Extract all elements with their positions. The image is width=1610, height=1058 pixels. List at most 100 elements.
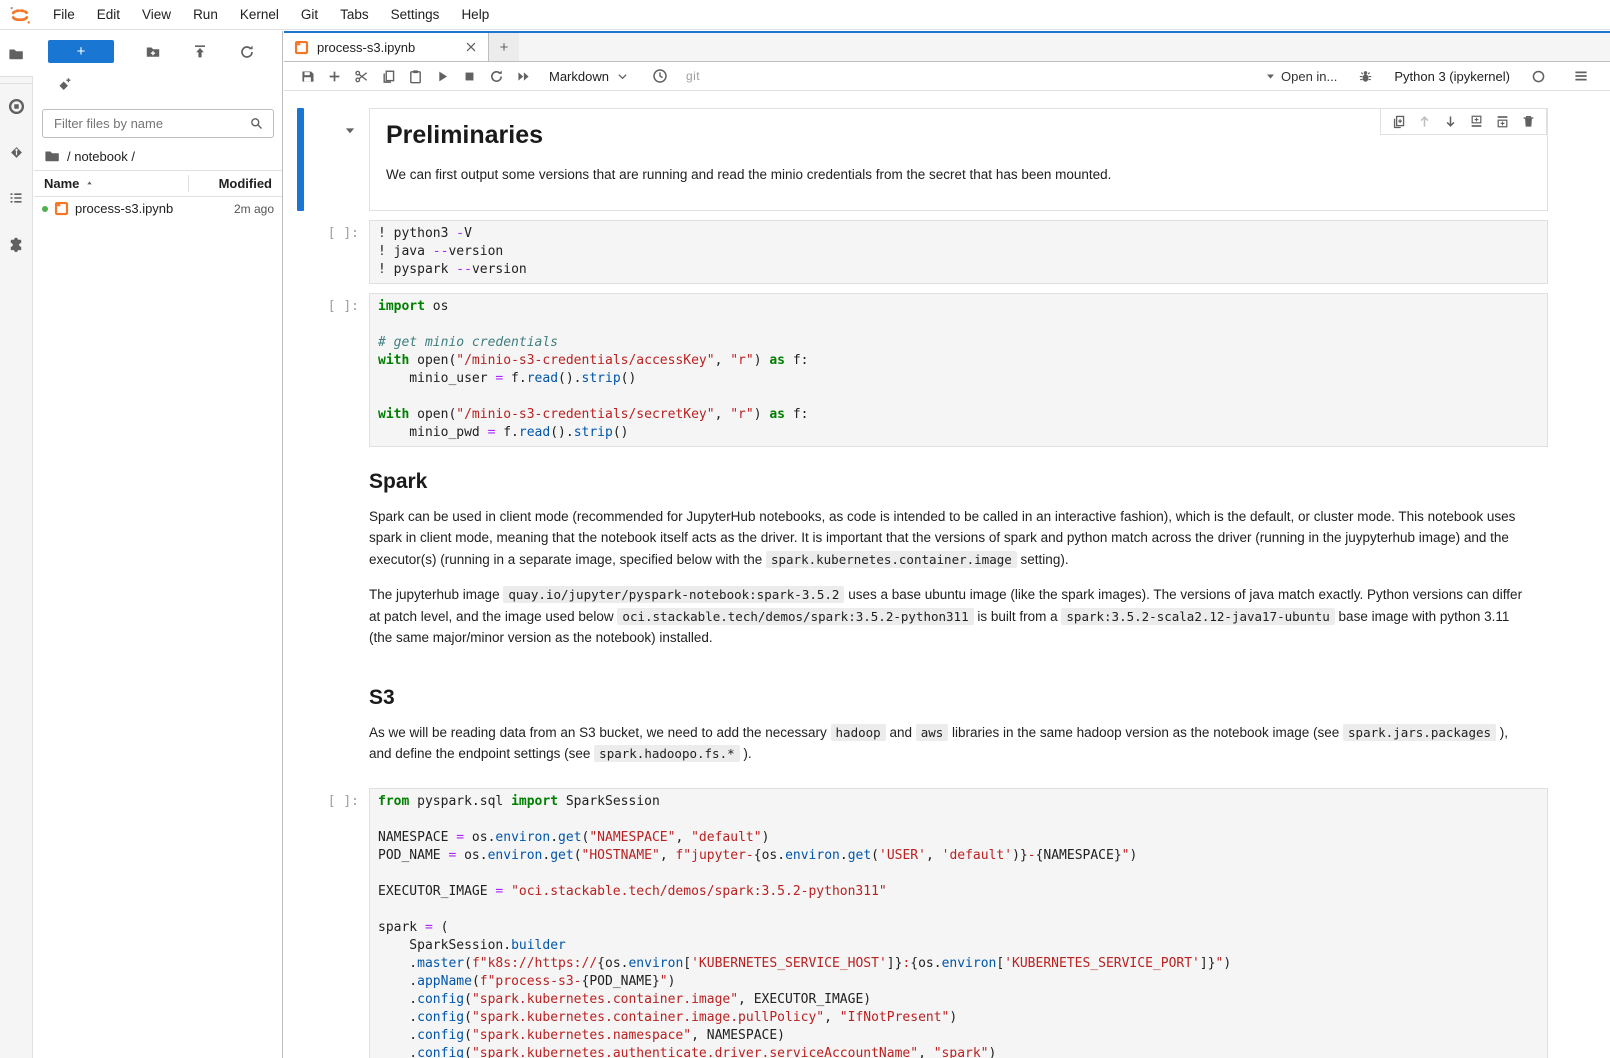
menu-git[interactable]: Git <box>290 0 329 29</box>
stop-button[interactable] <box>456 64 483 89</box>
file-filter-input[interactable] <box>52 115 249 132</box>
cell-gutter <box>284 672 369 779</box>
markdown-rendered[interactable]: SparkSpark can be used in client mode (r… <box>369 470 1548 649</box>
paste-button[interactable] <box>402 64 429 89</box>
menu-file[interactable]: File <box>42 0 86 29</box>
code-line <box>378 901 1539 919</box>
kernel-name[interactable]: Python 3 (ipykernel) <box>1394 69 1510 84</box>
cut-button[interactable] <box>348 64 375 89</box>
file-modified: 2m ago <box>218 202 274 216</box>
code-line: spark = ( <box>378 919 1539 937</box>
menu-run[interactable]: Run <box>182 0 229 29</box>
new-launcher-button[interactable]: + <box>48 40 114 63</box>
git-toolbar-label: git <box>686 69 700 83</box>
git-clone-button[interactable] <box>56 77 72 93</box>
code-line: SparkSession.builder <box>378 937 1539 955</box>
toc-icon <box>8 190 24 206</box>
menu-view[interactable]: View <box>131 0 182 29</box>
file-filter[interactable] <box>42 109 274 138</box>
insert-cell-below-button[interactable] <box>1495 114 1510 129</box>
caret-down-icon <box>1265 71 1276 82</box>
activity-git[interactable] <box>0 129 33 175</box>
tab-process-s3[interactable]: process-s3.ipynb <box>284 33 489 61</box>
debugger-bug-icon[interactable] <box>1352 64 1379 89</box>
file-row[interactable]: process-s3.ipynb 2m ago <box>34 197 282 220</box>
markdown-rendered[interactable]: S3 As we will be reading data from an S3 … <box>369 686 1548 765</box>
inline-code: spark.jars.packages <box>1343 724 1496 741</box>
menu-kernel[interactable]: Kernel <box>229 0 290 29</box>
cell-type-dropdown[interactable]: Markdown <box>549 69 629 84</box>
open-in-dropdown[interactable]: Open in... <box>1265 69 1337 84</box>
inline-code: spark.kubernetes.container.image <box>766 551 1017 568</box>
code-editor[interactable]: from pyspark.sql import SparkSession NAM… <box>369 788 1548 1058</box>
file-browser-panel: + / notebook / Name Modified process-s3.… <box>34 31 283 1058</box>
execution-time-button[interactable] <box>647 64 674 89</box>
fast-forward-button[interactable] <box>510 64 537 89</box>
markdown-p: As we will be reading data from an S3 bu… <box>369 722 1532 765</box>
activity-running-sessions[interactable] <box>0 83 33 129</box>
toolbar-menu-icon[interactable] <box>1567 64 1594 89</box>
input-prompt: [ ]: <box>284 293 369 314</box>
run-button[interactable] <box>429 64 456 89</box>
code-cell: [ ]: from pyspark.sql import SparkSessio… <box>284 788 1610 1058</box>
column-modified[interactable]: Modified <box>188 175 274 192</box>
toolbar-left-icons <box>294 64 537 89</box>
inline-code: quay.io/jupyter/pyspark-notebook:spark-3… <box>503 586 844 603</box>
code-line: import os <box>378 298 1539 316</box>
menu-bar: FileEditViewRunKernelGitTabsSettingsHelp <box>0 0 1610 30</box>
code-line: .config("spark.kubernetes.container.imag… <box>378 1009 1539 1027</box>
cell-gutter <box>284 456 369 663</box>
breadcrumb[interactable]: / notebook / <box>34 138 282 170</box>
menu-help[interactable]: Help <box>450 0 500 29</box>
code-line: # get minio credentials <box>378 334 1539 352</box>
code-editor[interactable]: ! python3 -V! java --version! pyspark --… <box>369 220 1548 284</box>
refresh-file-list-button[interactable] <box>239 44 255 60</box>
activity-table-of-contents[interactable] <box>0 175 33 221</box>
close-tab-icon[interactable] <box>464 40 478 54</box>
duplicate-cell-button[interactable] <box>1391 114 1406 129</box>
home-folder-icon[interactable] <box>44 148 60 164</box>
markdown-h2: S3 <box>369 686 1532 710</box>
move-cell-down-button[interactable] <box>1443 114 1458 129</box>
git-icon <box>8 144 25 161</box>
code-line: ! python3 -V <box>378 225 1539 243</box>
code-line: .config("spark.kubernetes.container.imag… <box>378 991 1539 1009</box>
insert-cell-above-button[interactable] <box>1469 114 1484 129</box>
code-line: .config("spark.kubernetes.authenticate.d… <box>378 1045 1539 1058</box>
code-editor[interactable]: import os # get minio credentials with op… <box>369 293 1548 447</box>
move-cell-up-button[interactable] <box>1417 114 1432 129</box>
code-line: NAMESPACE = os.environ.get("NAMESPACE", … <box>378 829 1539 847</box>
menu-edit[interactable]: Edit <box>86 0 131 29</box>
activity-extension-manager[interactable] <box>0 221 33 267</box>
search-icon <box>249 116 264 131</box>
tab-label: process-s3.ipynb <box>317 40 415 55</box>
upload-button[interactable] <box>192 44 208 60</box>
sort-caret-icon <box>85 179 94 188</box>
restart-button[interactable] <box>483 64 510 89</box>
toolbar-right: Open in... Python 3 (ipykernel) <box>1265 64 1600 89</box>
markdown-cell: SparkSpark can be used in client mode (r… <box>284 456 1610 663</box>
code-line: EXECUTOR_IMAGE = "oci.stackable.tech/dem… <box>378 883 1539 901</box>
markdown-p: The jupyterhub image quay.io/jupyter/pys… <box>369 584 1532 649</box>
add-button[interactable] <box>321 64 348 89</box>
file-browser-toolbar: + <box>34 31 282 63</box>
breadcrumb-path: / notebook / <box>67 149 135 164</box>
collapser-icon[interactable] <box>344 125 356 137</box>
notebook-toolbar: Markdown git Open in... Python 3 (ipyker… <box>284 62 1610 91</box>
input-prompt: [ ]: <box>284 220 369 241</box>
markdown-rendered[interactable]: PreliminariesWe can first output some ve… <box>369 108 1548 211</box>
new-tab-button[interactable]: + <box>489 33 519 61</box>
save-button[interactable] <box>294 64 321 89</box>
menu-tabs[interactable]: Tabs <box>329 0 380 29</box>
column-name[interactable]: Name <box>44 176 188 191</box>
delete-cell-button[interactable] <box>1521 114 1536 129</box>
markdown-h1: Preliminaries <box>386 121 1531 150</box>
activity-file-browser[interactable] <box>0 31 33 77</box>
copy-button[interactable] <box>375 64 402 89</box>
kernel-status-icon <box>1525 64 1552 89</box>
new-folder-button[interactable] <box>145 44 161 60</box>
extension-icon <box>8 236 24 252</box>
cell-gutter <box>284 108 369 211</box>
code-line: with open("/minio-s3-credentials/secretK… <box>378 406 1539 424</box>
menu-settings[interactable]: Settings <box>380 0 451 29</box>
